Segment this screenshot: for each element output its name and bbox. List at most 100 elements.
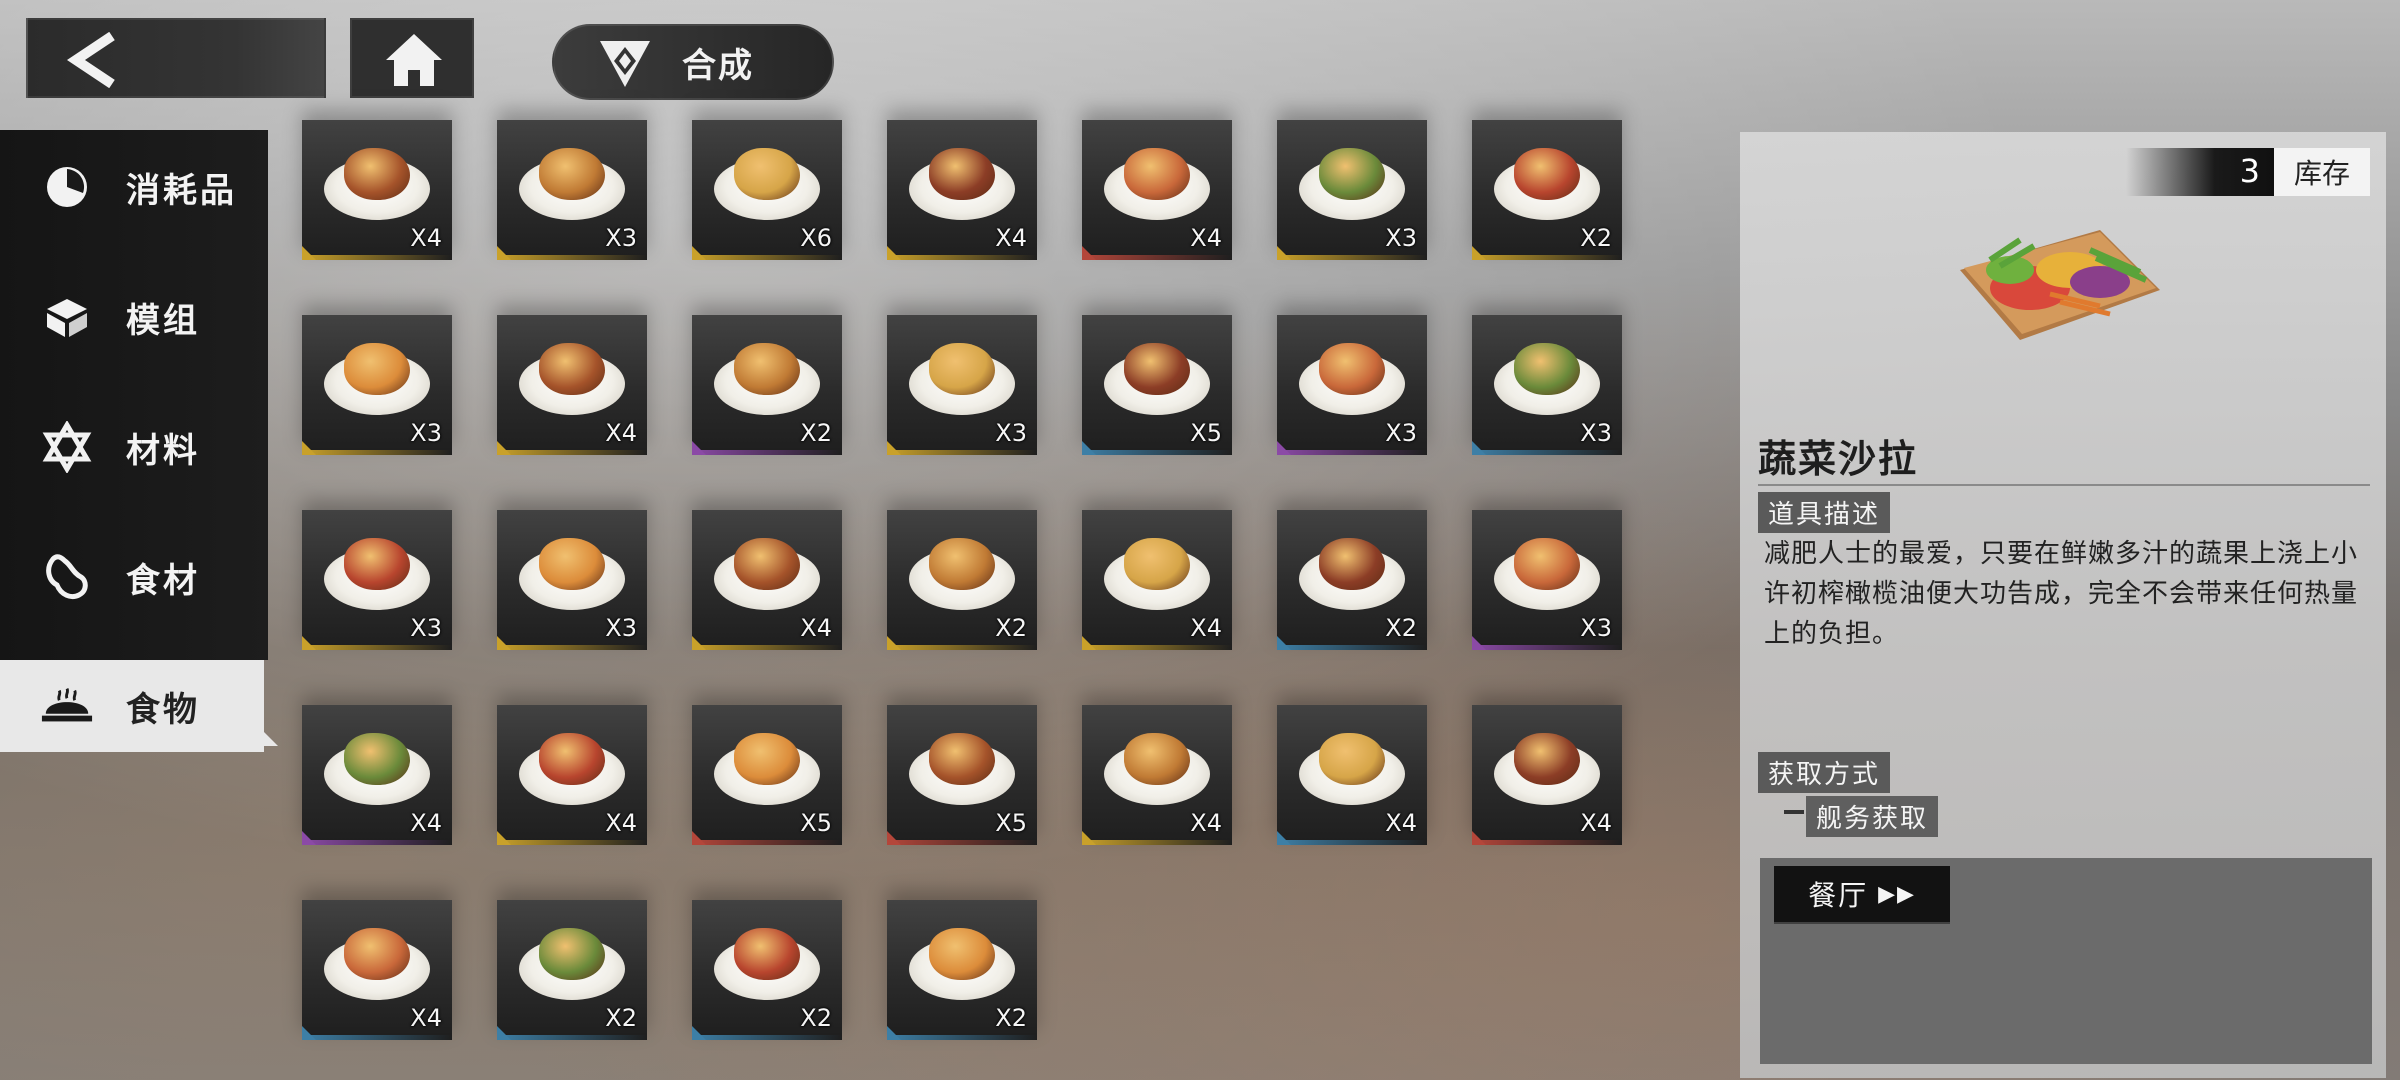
inventory-item-cell[interactable]: X3	[497, 510, 647, 650]
rarity-stripe	[1082, 645, 1232, 650]
sidebar-item-materials[interactable]: 材料	[0, 402, 268, 492]
roast-duck-image	[1124, 148, 1190, 200]
inventory-item-cell[interactable]: X4	[1277, 705, 1427, 845]
divider	[1784, 810, 1804, 814]
rarity-stripe	[887, 450, 1037, 455]
back-button[interactable]	[26, 18, 326, 98]
rarity-stripe	[497, 450, 647, 455]
rarity-corner	[887, 831, 901, 845]
inventory-item-cell[interactable]: X3	[1472, 315, 1622, 455]
inventory-item-cell[interactable]: X2	[887, 510, 1037, 650]
rarity-stripe	[692, 645, 842, 650]
inventory-item-cell[interactable]: X3	[302, 315, 452, 455]
inventory-item-cell[interactable]: X2	[692, 900, 842, 1040]
item-description: 减肥人士的最爱，只要在鲜嫩多汁的蔬果上浇上小许初榨橄榄油便大功告成，完全不会带来…	[1764, 539, 2359, 649]
inventory-item-cell[interactable]: X2	[692, 315, 842, 455]
rarity-corner	[302, 831, 316, 845]
sidebar-item-food[interactable]: 食物	[0, 660, 264, 752]
item-name: 蔬菜沙拉	[1758, 437, 1919, 481]
grilled-eel-image	[539, 928, 605, 980]
inventory-item-cell[interactable]: X4	[887, 120, 1037, 260]
inventory-item-cell[interactable]: X4	[302, 705, 452, 845]
inventory-item-cell[interactable]: X4	[1082, 705, 1232, 845]
restaurant-source-button[interactable]: 餐厅 ▶▶	[1774, 866, 1950, 922]
inventory-item-cell[interactable]: X4	[302, 120, 452, 260]
inventory-item-cell[interactable]: X5	[887, 705, 1037, 845]
rarity-corner	[1472, 831, 1486, 845]
inventory-item-cell[interactable]: X4	[1082, 510, 1232, 650]
rarity-corner	[1082, 246, 1096, 260]
rarity-corner	[692, 441, 706, 455]
category-sidebar: 消耗品 模组 材料 食材 食物	[0, 130, 268, 752]
rarity-corner	[887, 441, 901, 455]
inventory-item-cell[interactable]: X4	[497, 315, 647, 455]
rarity-stripe	[692, 450, 842, 455]
inventory-item-cell[interactable]: X3	[302, 510, 452, 650]
rarity-corner	[887, 636, 901, 650]
rarity-stripe	[692, 255, 842, 260]
inventory-item-cell[interactable]: X3	[1277, 120, 1427, 260]
lobster-noodles-image	[734, 343, 800, 395]
item-quantity: X2	[605, 1004, 637, 1032]
rarity-corner	[692, 831, 706, 845]
inventory-item-cell[interactable]: X2	[497, 900, 647, 1040]
item-quantity: X3	[605, 614, 637, 642]
item-quantity: X4	[410, 224, 442, 252]
rarity-corner	[692, 636, 706, 650]
item-quantity: X3	[995, 419, 1027, 447]
inventory-item-cell[interactable]: X3	[887, 315, 1037, 455]
inventory-item-cell[interactable]: X2	[887, 900, 1037, 1040]
inventory-item-cell[interactable]: X4	[692, 510, 842, 650]
fried-fish-image	[734, 928, 800, 980]
home-button[interactable]	[350, 18, 474, 98]
module-box-icon	[40, 290, 94, 344]
inventory-item-cell[interactable]: X2	[1472, 120, 1622, 260]
fancy-plate-image	[734, 733, 800, 785]
rarity-corner	[1277, 441, 1291, 455]
rarity-stripe	[302, 255, 452, 260]
sidebar-item-ingredients[interactable]: 食材	[0, 532, 268, 622]
takoyaki-image	[344, 538, 410, 590]
item-quantity: X3	[1385, 224, 1417, 252]
inventory-item-cell[interactable]: X3	[1472, 510, 1622, 650]
item-quantity: X5	[995, 809, 1027, 837]
rarity-stripe	[302, 645, 452, 650]
home-icon	[386, 34, 442, 86]
sidebar-item-consumables[interactable]: 消耗品	[0, 142, 268, 232]
item-quantity: X4	[1190, 809, 1222, 837]
item-quantity: X6	[800, 224, 832, 252]
inventory-item-cell[interactable]: X4	[1082, 120, 1232, 260]
skillet-dish-image	[929, 928, 995, 980]
rarity-corner	[302, 441, 316, 455]
sidebar-item-label: 模组	[126, 300, 200, 341]
rarity-stripe	[1277, 450, 1427, 455]
sidebar-item-modules[interactable]: 模组	[0, 272, 268, 362]
inventory-item-cell[interactable]: X4	[497, 705, 647, 845]
item-quantity: X2	[800, 1004, 832, 1032]
inventory-item-cell[interactable]: X3	[497, 120, 647, 260]
source-tag: 获取方式	[1758, 752, 1891, 793]
inventory-item-cell[interactable]: X5	[692, 705, 842, 845]
mussels-wine-image	[1514, 148, 1580, 200]
rarity-stripe	[1082, 840, 1232, 845]
rarity-stripe	[302, 840, 452, 845]
eel-rice-image	[929, 538, 995, 590]
craft-button[interactable]: 合成	[552, 24, 834, 100]
inventory-item-cell[interactable]: X5	[1082, 315, 1232, 455]
chicken-plate-image	[1319, 148, 1385, 200]
rarity-stripe	[302, 450, 452, 455]
sidebar-item-label: 消耗品	[126, 170, 237, 211]
inventory-item-cell[interactable]: X4	[302, 900, 452, 1040]
rarity-corner	[1082, 441, 1096, 455]
inventory-item-cell[interactable]: X3	[1277, 315, 1427, 455]
inventory-item-cell[interactable]: X4	[1472, 705, 1622, 845]
item-quantity: X4	[605, 809, 637, 837]
item-quantity: X4	[1580, 809, 1612, 837]
inventory-item-cell[interactable]: X6	[692, 120, 842, 260]
item-quantity: X4	[410, 809, 442, 837]
description-tag: 道具描述	[1758, 492, 1891, 533]
food-dish-icon	[40, 679, 94, 733]
inventory-item-cell[interactable]: X2	[1277, 510, 1427, 650]
rarity-corner	[1082, 831, 1096, 845]
ham-hock-image	[344, 148, 410, 200]
